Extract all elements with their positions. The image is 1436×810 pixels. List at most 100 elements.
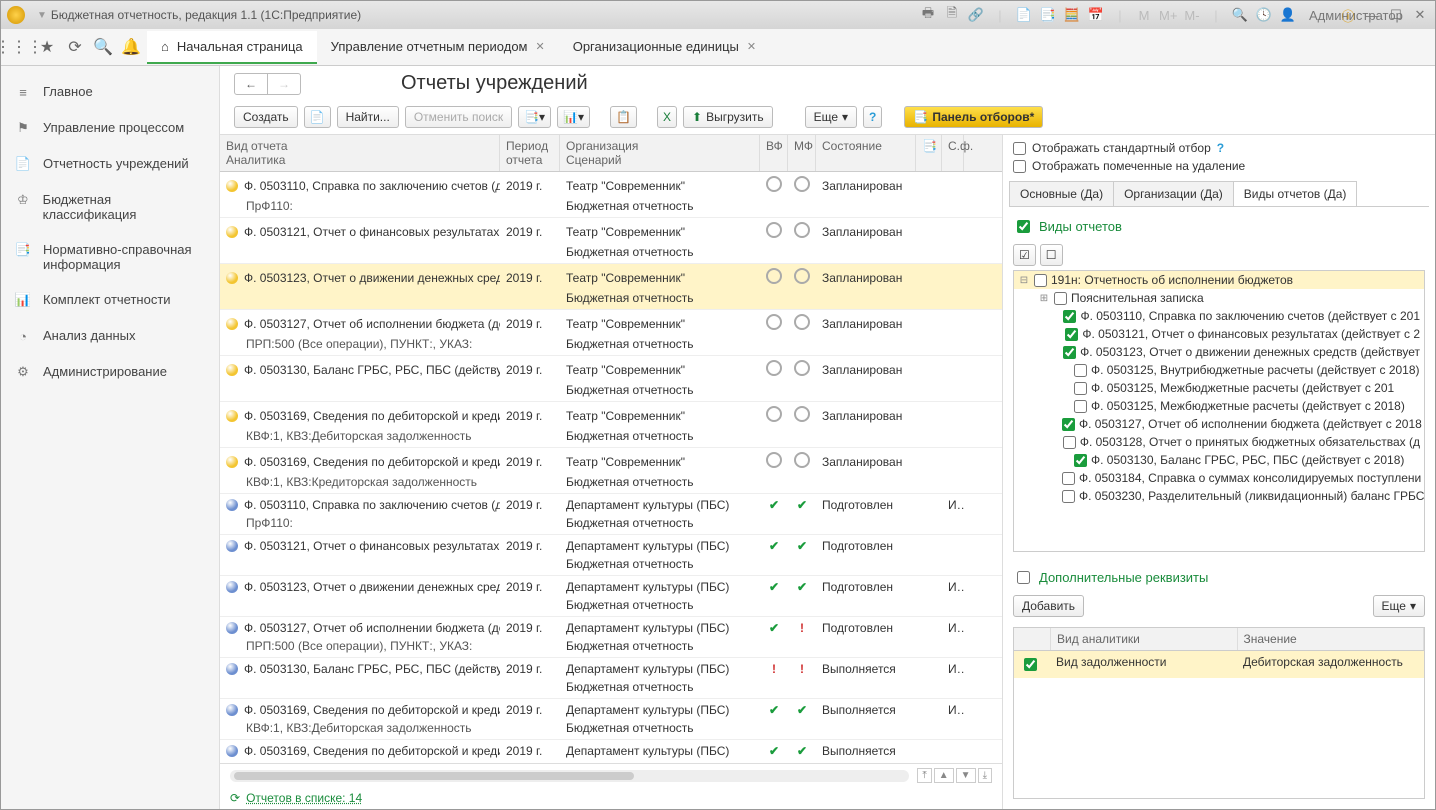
star-icon[interactable]: ★: [35, 35, 59, 59]
filter-tab[interactable]: Основные (Да): [1009, 181, 1114, 206]
excel-button[interactable]: X: [657, 106, 677, 128]
col-vf[interactable]: ВФ: [760, 135, 788, 171]
tree-node[interactable]: Ф. 0503125, Внутрибюджетные расчеты (дей…: [1014, 361, 1424, 379]
table-row[interactable]: Ф. 0503110, Справка по заключению счетов…: [220, 494, 1002, 535]
table-row[interactable]: Ф. 0503127, Отчет об исполнении бюджета …: [220, 310, 1002, 356]
sidebar-item[interactable]: ⚑Управление процессом: [1, 110, 219, 146]
sidebar-item[interactable]: ⚙Администрирование: [1, 354, 219, 390]
nav-arrows[interactable]: ← →: [234, 73, 301, 95]
table-row[interactable]: Ф. 0503169, Сведения по дебиторской и кр…: [220, 699, 1002, 740]
tree-node[interactable]: ⊟191н: Отчетность об исполнении бюджетов: [1014, 271, 1424, 289]
table-row[interactable]: Вид задолженности Дебиторская задолженно…: [1014, 651, 1424, 678]
more2-button[interactable]: Еще ▾: [1373, 595, 1425, 617]
sidebar-item[interactable]: 📊Комплект отчетности: [1, 282, 219, 318]
create-button[interactable]: Создать: [234, 106, 298, 128]
page-up-icon[interactable]: ▲: [934, 768, 954, 783]
check-all-button[interactable]: ☑: [1013, 244, 1036, 266]
sidebar-item[interactable]: ◔Анализ данных: [1, 318, 219, 354]
tree-node[interactable]: Ф. 0503127, Отчет об исполнении бюджета …: [1014, 415, 1424, 433]
col-period[interactable]: Период отчета: [500, 135, 560, 171]
more-button[interactable]: Еще ▾: [805, 106, 857, 128]
sidebar-item[interactable]: ♔Бюджетная классификация: [1, 182, 219, 232]
bell-icon[interactable]: 🔔: [119, 35, 143, 59]
history-icon[interactable]: 🕓: [1255, 7, 1273, 23]
additional-props-section[interactable]: Дополнительные реквизиты: [1013, 564, 1425, 591]
table-row[interactable]: Ф. 0503121, Отчет о финансовых результат…: [220, 218, 1002, 264]
table-row[interactable]: Ф. 0503127, Отчет об исполнении бюджета …: [220, 617, 1002, 658]
tree-node[interactable]: Ф. 0503125, Межбюджетные расчеты (действ…: [1014, 397, 1424, 415]
export-button[interactable]: ⬆Выгрузить: [683, 106, 773, 128]
page-first-icon[interactable]: ⤒: [917, 768, 931, 783]
tree-node[interactable]: ⊞Пояснительная записка: [1014, 289, 1424, 307]
col-report-type[interactable]: Вид отчета: [226, 139, 493, 153]
help-icon[interactable]: ?: [1217, 141, 1224, 155]
search-icon[interactable]: 🔍: [91, 35, 115, 59]
tree-node[interactable]: Ф. 0503125, Межбюджетные расчеты (действ…: [1014, 379, 1424, 397]
calendar-icon[interactable]: 📅: [1087, 7, 1105, 23]
tool2-button[interactable]: 📊▾: [557, 106, 590, 128]
tab[interactable]: Организационные единицы✕: [559, 31, 770, 64]
tab[interactable]: ⌂Начальная страница: [147, 31, 317, 64]
table-row[interactable]: Ф. 0503169, Сведения по дебиторской и кр…: [220, 448, 1002, 494]
tool3-button[interactable]: 📋: [610, 106, 637, 128]
info-icon[interactable]: ⓘ: [1339, 6, 1357, 25]
minimize-icon[interactable]: —: [1363, 8, 1381, 23]
page-down-icon[interactable]: ▼: [956, 768, 976, 783]
table-row[interactable]: Ф. 0503121, Отчет о финансовых результат…: [220, 535, 1002, 576]
table-row[interactable]: Ф. 0503169, Сведения по дебиторской и кр…: [220, 402, 1002, 448]
user-label[interactable]: Администратор: [1309, 8, 1327, 23]
filter-tab[interactable]: Виды отчетов (Да): [1233, 181, 1358, 206]
m-icon[interactable]: M: [1135, 8, 1153, 23]
pager-buttons[interactable]: ⤒ ▲ ▼ ⤓: [917, 768, 992, 783]
sidebar-item[interactable]: 📄Отчетность учреждений: [1, 146, 219, 182]
find-button[interactable]: Найти...: [337, 106, 399, 128]
sidebar-item[interactable]: ≡Главное: [1, 74, 219, 110]
maximize-icon[interactable]: ☐: [1387, 7, 1405, 23]
tree-node[interactable]: Ф. 0503130, Баланс ГРБС, РБС, ПБС (дейст…: [1014, 451, 1424, 469]
col-ico[interactable]: 📑: [916, 135, 942, 171]
refresh-icon[interactable]: ⟳: [230, 791, 240, 805]
back-icon[interactable]: ←: [235, 74, 268, 94]
tree-node[interactable]: Ф. 0503184, Справка о суммах консолидиру…: [1014, 469, 1424, 487]
zoom-icon[interactable]: 🔍: [1231, 7, 1249, 23]
table-row[interactable]: Ф. 0503123, Отчет о движении денежных ср…: [220, 576, 1002, 617]
col-analytics-type[interactable]: Вид аналитики: [1051, 628, 1238, 650]
tree-node[interactable]: Ф. 0503110, Справка по заключению счетов…: [1014, 307, 1424, 325]
show-standard-filter[interactable]: Отображать стандартный отбор ?: [1009, 139, 1429, 157]
h-scrollbar[interactable]: [230, 770, 909, 782]
filter-tab[interactable]: Организации (Да): [1113, 181, 1234, 206]
col-analytics[interactable]: Аналитика: [226, 153, 493, 167]
user-icon[interactable]: 👤: [1279, 7, 1297, 23]
tree-node[interactable]: Ф. 0503121, Отчет о финансовых результат…: [1014, 325, 1424, 343]
m-plus-icon[interactable]: M+: [1159, 8, 1177, 23]
col-value[interactable]: Значение: [1238, 628, 1425, 650]
create-copy-button[interactable]: 📄: [304, 106, 331, 128]
filters-panel-button[interactable]: 📑 Панель отборов*: [904, 106, 1043, 128]
help-button[interactable]: ?: [863, 106, 882, 128]
add-button[interactable]: Добавить: [1013, 595, 1084, 617]
preview-icon[interactable]: 🗎: [943, 4, 961, 26]
report-types-tree[interactable]: ⊟191н: Отчетность об исполнении бюджетов…: [1013, 270, 1425, 552]
table-row[interactable]: Ф. 0503123, Отчет о движении денежных ср…: [220, 264, 1002, 310]
table-row[interactable]: Ф. 0503130, Баланс ГРБС, РБС, ПБС (дейст…: [220, 658, 1002, 699]
cancel-find-button[interactable]: Отменить поиск: [405, 106, 512, 128]
col-state[interactable]: Состояние: [816, 135, 916, 171]
close-icon[interactable]: ✕: [536, 40, 545, 53]
dropdown-icon[interactable]: ▼: [37, 10, 47, 21]
tree-node[interactable]: Ф. 0503123, Отчет о движении денежных ср…: [1014, 343, 1424, 361]
col-sf[interactable]: С.ф.: [942, 135, 964, 171]
col-org[interactable]: Организация: [566, 139, 753, 153]
tree-node[interactable]: Ф. 0503128, Отчет о принятых бюджетных о…: [1014, 433, 1424, 451]
calc-icon[interactable]: 🧮: [1063, 7, 1081, 23]
close-icon[interactable]: ✕: [1411, 7, 1429, 23]
table-row[interactable]: Ф. 0503169, Сведения по дебиторской и кр…: [220, 740, 1002, 763]
show-marked-for-delete[interactable]: Отображать помеченные на удаление: [1009, 157, 1429, 175]
expand-icon[interactable]: ⊟: [1018, 275, 1030, 286]
page-last-icon[interactable]: ⤓: [978, 768, 992, 783]
link-icon[interactable]: 🔗: [967, 7, 985, 23]
print-icon[interactable]: 🖶: [919, 4, 937, 26]
apps-icon[interactable]: ⋮⋮⋮: [7, 35, 31, 59]
sidebar-item[interactable]: 📑Нормативно-справочная информация: [1, 232, 219, 282]
tool1-button[interactable]: 📑▾: [518, 106, 551, 128]
col-scenario[interactable]: Сценарий: [566, 153, 753, 167]
